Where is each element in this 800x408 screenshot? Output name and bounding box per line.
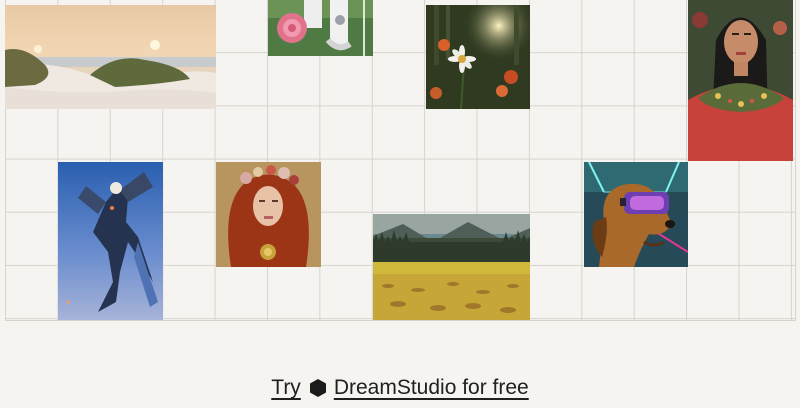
daisy-forest-image bbox=[426, 5, 530, 109]
blue-robot-jumping-image bbox=[58, 162, 163, 320]
rose-astronaut-image bbox=[268, 0, 373, 56]
cta-prefix-text: Try bbox=[271, 376, 301, 399]
try-dreamstudio-link[interactable]: Try DreamStudio for free bbox=[271, 376, 528, 400]
redhead-flower-crown-image bbox=[216, 162, 321, 267]
beach-dunes-sunset-image bbox=[5, 5, 216, 109]
cta-bar: Try DreamStudio for free bbox=[0, 376, 800, 400]
dreamstudio-logo-icon bbox=[308, 378, 328, 398]
dog-vr-headset-image bbox=[584, 162, 688, 267]
cta-link-text: DreamStudio for free bbox=[333, 376, 529, 399]
frida-portrait-image bbox=[688, 0, 793, 161]
yellow-flower-field-image bbox=[373, 214, 530, 320]
